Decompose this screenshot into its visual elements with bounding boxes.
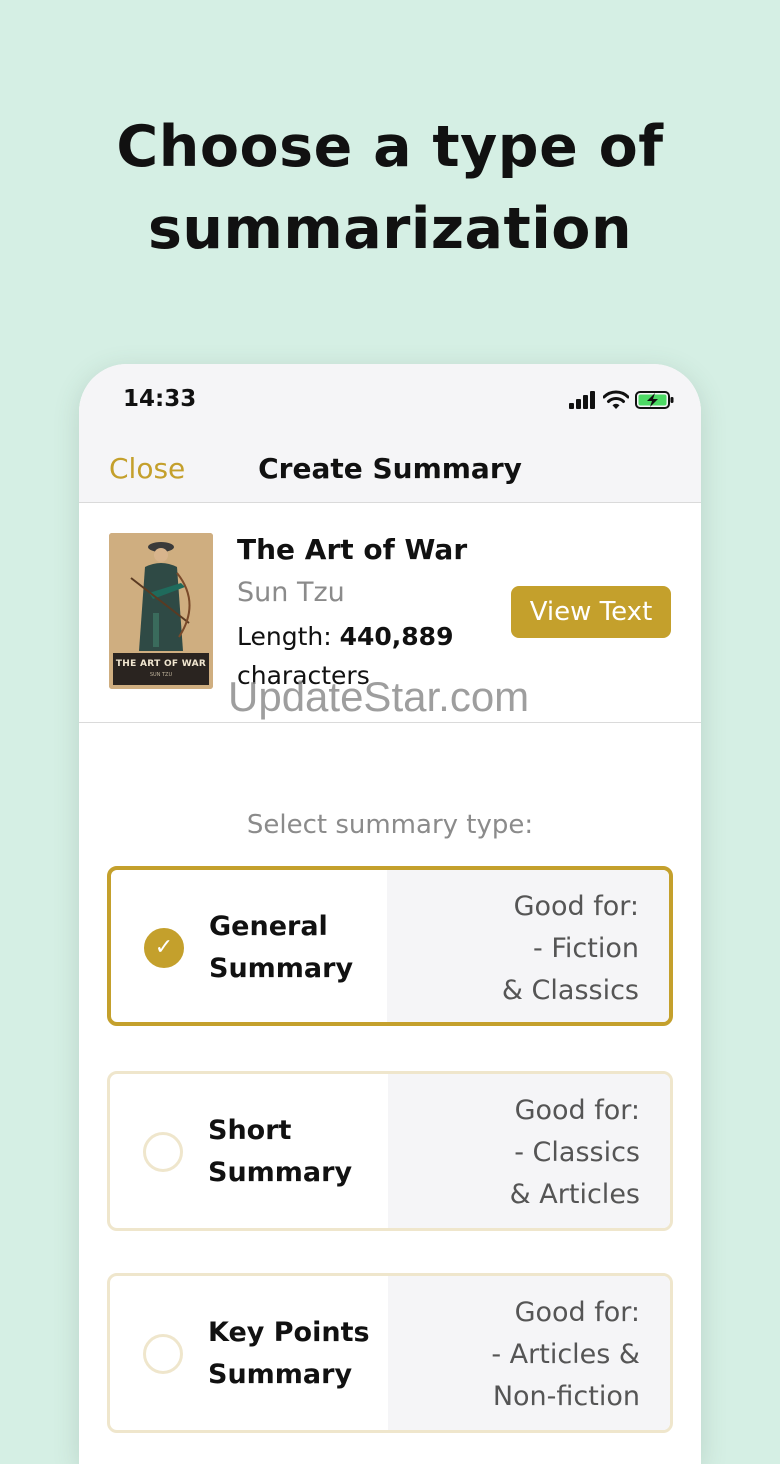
summary-option-key-points[interactable]: Key Points Summary Good for: - Articles … [107,1273,673,1433]
checkmark-icon: ✓ [154,935,174,960]
cover-author: SUN TZU [149,672,173,678]
radio-unchecked-icon[interactable] [143,1334,183,1374]
option-name-line-1: General [209,911,328,942]
summary-option-general[interactable]: ✓ General Summary Good for: - Fiction & … [107,866,673,1026]
length-value: 440,889 [339,622,454,651]
good-for-line-3: & Classics [501,975,639,1006]
wifi-icon [603,390,629,409]
headline: Choose a type of summarization [0,106,780,270]
summary-option-short[interactable]: Short Summary Good for: - Classics & Art… [107,1071,673,1231]
status-bar: 14:33 [79,364,701,436]
good-for-line-3: Non-fiction [492,1381,640,1412]
book-author: Sun Tzu [237,577,345,608]
signal-icon [569,391,595,409]
good-for-line-2: - Fiction [533,933,639,964]
nav-title: Create Summary [258,452,522,485]
good-for-line-1: Good for: [513,891,639,922]
length-label: Length: [237,622,340,651]
good-for-line-2: - Articles & [491,1339,640,1370]
phone-screen: 14:33 Close Create Summary THE ART OF WA… [79,364,701,1464]
radio-unchecked-icon[interactable] [143,1132,183,1172]
battery-charging-icon [635,391,674,409]
select-summary-type-label: Select summary type: [246,810,534,840]
status-icons [569,390,675,410]
good-for-line-2: - Classics [514,1137,640,1168]
option-name-line-1: Key Points [208,1317,370,1348]
headline-line-2: summarization [147,196,633,262]
book-title: The Art of War [237,533,468,566]
cover-title: THE ART OF WAR [115,659,207,669]
headline-line-1: Choose a type of [116,114,664,180]
option-name-line-2: Summary [209,953,354,984]
option-name: Key Points Summary [208,1312,388,1396]
option-name-line-1: Short [208,1115,292,1146]
good-for-line-1: Good for: [514,1095,640,1126]
option-name-line-2: Summary [208,1359,353,1390]
option-name: General Summary [209,906,389,990]
view-text-button[interactable]: View Text [511,586,671,638]
nav-bar: Close Create Summary [79,436,701,503]
watermark: UpdateStar.com [228,673,530,720]
good-for-text: Good for: - Fiction & Classics [502,886,639,1012]
good-for-line-3: & Articles [509,1179,640,1210]
option-name-line-2: Summary [208,1157,353,1188]
good-for-text: Good for: - Classics & Articles [510,1090,640,1216]
radio-checked-icon[interactable]: ✓ [144,928,184,968]
book-cover[interactable]: THE ART OF WAR SUN TZU [109,533,213,689]
good-for-text: Good for: - Articles & Non-fiction [491,1292,640,1418]
option-name: Short Summary [208,1110,388,1194]
cover-title-band: THE ART OF WAR SUN TZU [113,653,209,685]
good-for-line-1: Good for: [514,1297,640,1328]
status-time: 14:33 [123,386,197,412]
